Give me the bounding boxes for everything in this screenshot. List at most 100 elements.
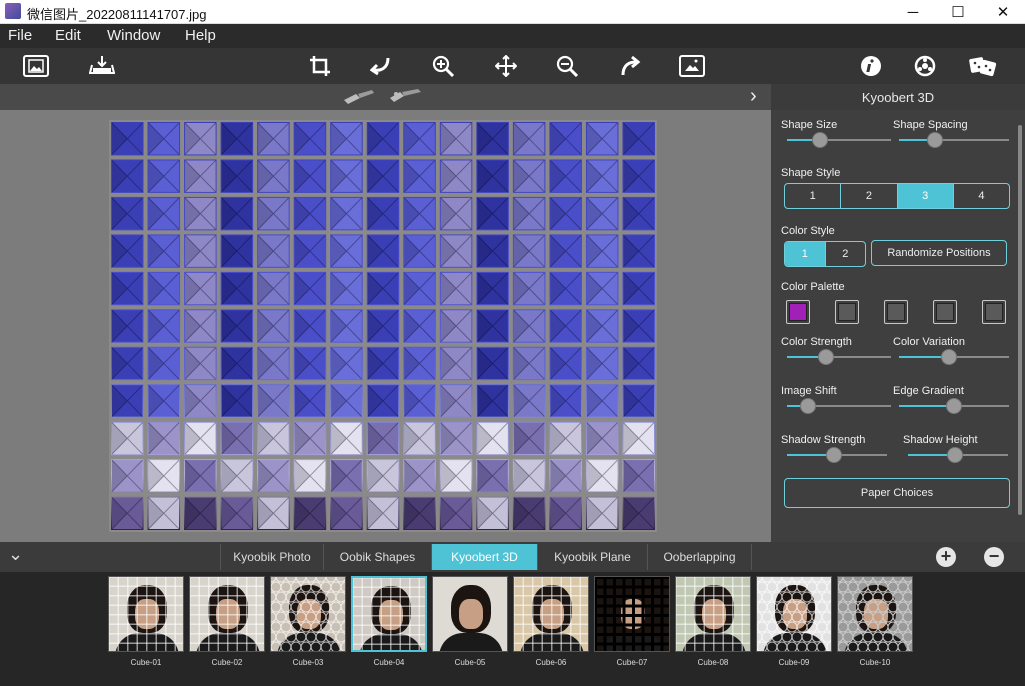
info-icon[interactable] — [856, 51, 886, 81]
settings-icon[interactable] — [910, 51, 940, 81]
erase-tool-icon[interactable] — [388, 88, 424, 111]
thumbnail-caption: Cube-02 — [211, 658, 243, 667]
shape-style-selector: 1 2 3 4 — [784, 183, 1010, 209]
color-style-label: Color Style — [781, 225, 835, 237]
shape-style-option-4[interactable]: 4 — [954, 184, 1009, 208]
expand-panel-button[interactable]: › — [750, 85, 757, 108]
shape-style-option-2[interactable]: 2 — [841, 184, 898, 208]
effect-tabs-bar: ⌄ Kyoobik Photo Oobik Shapes Kyoobert 3D… — [0, 542, 1025, 572]
close-button[interactable]: ✕ — [980, 0, 1025, 24]
thumbnail-image — [351, 576, 427, 652]
panel-scrollbar[interactable] — [1018, 125, 1022, 515]
shadow-strength-label: Shadow Strength — [781, 434, 866, 446]
palette-swatch-3[interactable] — [884, 300, 908, 324]
fit-image-icon[interactable] — [677, 51, 707, 81]
palette-swatch-5[interactable] — [982, 300, 1006, 324]
preset-thumbnail-strip: Cube-01 Cube-02 Cube-03 Cube-04 Cube-05 Cube-… — [0, 572, 1025, 686]
color-strength-label: Color Strength — [781, 336, 852, 348]
randomize-positions-button[interactable]: Randomize Positions — [871, 240, 1007, 266]
tab-kyoobert-3d[interactable]: Kyoobert 3D — [432, 544, 538, 570]
color-style-selector: 1 2 — [784, 241, 866, 267]
shape-spacing-slider[interactable] — [899, 132, 1009, 148]
thumbnail-caption: Cube-03 — [292, 658, 324, 667]
window-title: 微信图片_20220811141707.jpg — [27, 7, 207, 22]
thumbnail-caption: Cube-09 — [778, 658, 810, 667]
menu-help[interactable]: Help — [185, 27, 216, 44]
shape-style-label: Shape Style — [781, 167, 841, 179]
preset-thumbnail[interactable]: Cube-03 — [270, 576, 346, 667]
preset-thumbnail[interactable]: Cube-07 — [594, 576, 670, 667]
shadow-strength-slider[interactable] — [787, 447, 887, 463]
palette-swatch-1[interactable] — [786, 300, 810, 324]
zoom-out-icon[interactable] — [552, 51, 582, 81]
preset-thumbnail[interactable]: Cube-05 — [432, 576, 508, 667]
color-palette-label: Color Palette — [781, 281, 845, 293]
thumbnail-caption: Cube-08 — [697, 658, 729, 667]
image-shift-label: Image Shift — [781, 385, 837, 397]
preset-thumbnail[interactable]: Cube-08 — [675, 576, 751, 667]
tab-oobik-shapes[interactable]: Oobik Shapes — [324, 544, 432, 570]
thumbnail-caption: Cube-04 — [373, 658, 405, 667]
paper-choices-button[interactable]: Paper Choices — [784, 478, 1010, 508]
redo-icon[interactable] — [615, 51, 645, 81]
thumbnail-caption: Cube-05 — [454, 658, 486, 667]
shape-style-option-3[interactable]: 3 — [897, 184, 954, 208]
tab-kyoobik-plane[interactable]: Kyoobik Plane — [538, 544, 648, 570]
image-shift-slider[interactable] — [787, 398, 891, 414]
menu-file[interactable]: File — [8, 27, 32, 44]
shape-style-option-1[interactable]: 1 — [785, 184, 842, 208]
thumbnail-caption: Cube-07 — [616, 658, 648, 667]
thumbnail-caption: Cube-01 — [130, 658, 162, 667]
thumbnail-caption: Cube-10 — [859, 658, 891, 667]
preset-thumbnail[interactable]: Cube-09 — [756, 576, 832, 667]
shadow-height-label: Shadow Height — [903, 434, 978, 446]
title-bar: 微信图片_20220811141707.jpg ─ ☐ ✕ — [0, 0, 1025, 24]
maximize-button[interactable]: ☐ — [935, 0, 981, 24]
preset-thumbnail[interactable]: Cube-06 — [513, 576, 589, 667]
canvas-area[interactable] — [0, 110, 771, 542]
remove-preset-button[interactable]: − — [984, 547, 1004, 567]
palette-swatch-2[interactable] — [835, 300, 859, 324]
app-icon — [5, 3, 21, 19]
save-image-icon[interactable] — [87, 51, 117, 81]
undo-icon[interactable] — [366, 51, 396, 81]
shadow-height-slider[interactable] — [908, 447, 1008, 463]
preset-thumbnail[interactable]: Cube-02 — [189, 576, 265, 667]
thumbnail-image — [837, 576, 913, 652]
color-variation-label: Color Variation — [893, 336, 965, 348]
minimize-button[interactable]: ─ — [890, 0, 936, 24]
toolbar — [0, 48, 1025, 84]
edge-gradient-slider[interactable] — [899, 398, 1009, 414]
color-strength-slider[interactable] — [787, 349, 891, 365]
preset-thumbnail[interactable]: Cube-01 — [108, 576, 184, 667]
zoom-in-icon[interactable] — [428, 51, 458, 81]
brush-tool-icon[interactable] — [342, 88, 378, 111]
color-variation-slider[interactable] — [899, 349, 1009, 365]
preset-thumbnail[interactable]: Cube-10 — [837, 576, 913, 667]
color-style-option-2[interactable]: 2 — [826, 242, 866, 266]
add-preset-button[interactable]: + — [936, 547, 956, 567]
cube-grid-overlay — [109, 120, 657, 532]
open-image-icon[interactable] — [21, 51, 51, 81]
palette-swatch-4[interactable] — [933, 300, 957, 324]
secondary-toolbar: › — [0, 84, 771, 110]
settings-panel: Shape Size Shape Spacing Shape Style 1 2… — [771, 110, 1025, 542]
color-style-option-1[interactable]: 1 — [785, 242, 826, 266]
pan-icon[interactable] — [491, 51, 521, 81]
menu-edit[interactable]: Edit — [55, 27, 81, 44]
thumbnail-image — [432, 576, 508, 652]
thumbnail-image — [270, 576, 346, 652]
collapse-strip-button[interactable]: ⌄ — [8, 544, 23, 565]
preview-image[interactable] — [109, 120, 657, 532]
tab-ooberlapping[interactable]: Ooberlapping — [648, 544, 752, 570]
shape-size-slider[interactable] — [787, 132, 891, 148]
randomize-dice-icon[interactable] — [968, 51, 998, 81]
tab-kyoobik-photo[interactable]: Kyoobik Photo — [220, 544, 324, 570]
shape-spacing-label: Shape Spacing — [893, 119, 968, 131]
menu-window[interactable]: Window — [107, 27, 160, 44]
preset-thumbnail[interactable]: Cube-04 — [351, 576, 427, 667]
thumbnail-image — [189, 576, 265, 652]
shape-size-label: Shape Size — [781, 119, 838, 131]
crop-icon[interactable] — [305, 51, 335, 81]
thumbnail-caption: Cube-06 — [535, 658, 567, 667]
